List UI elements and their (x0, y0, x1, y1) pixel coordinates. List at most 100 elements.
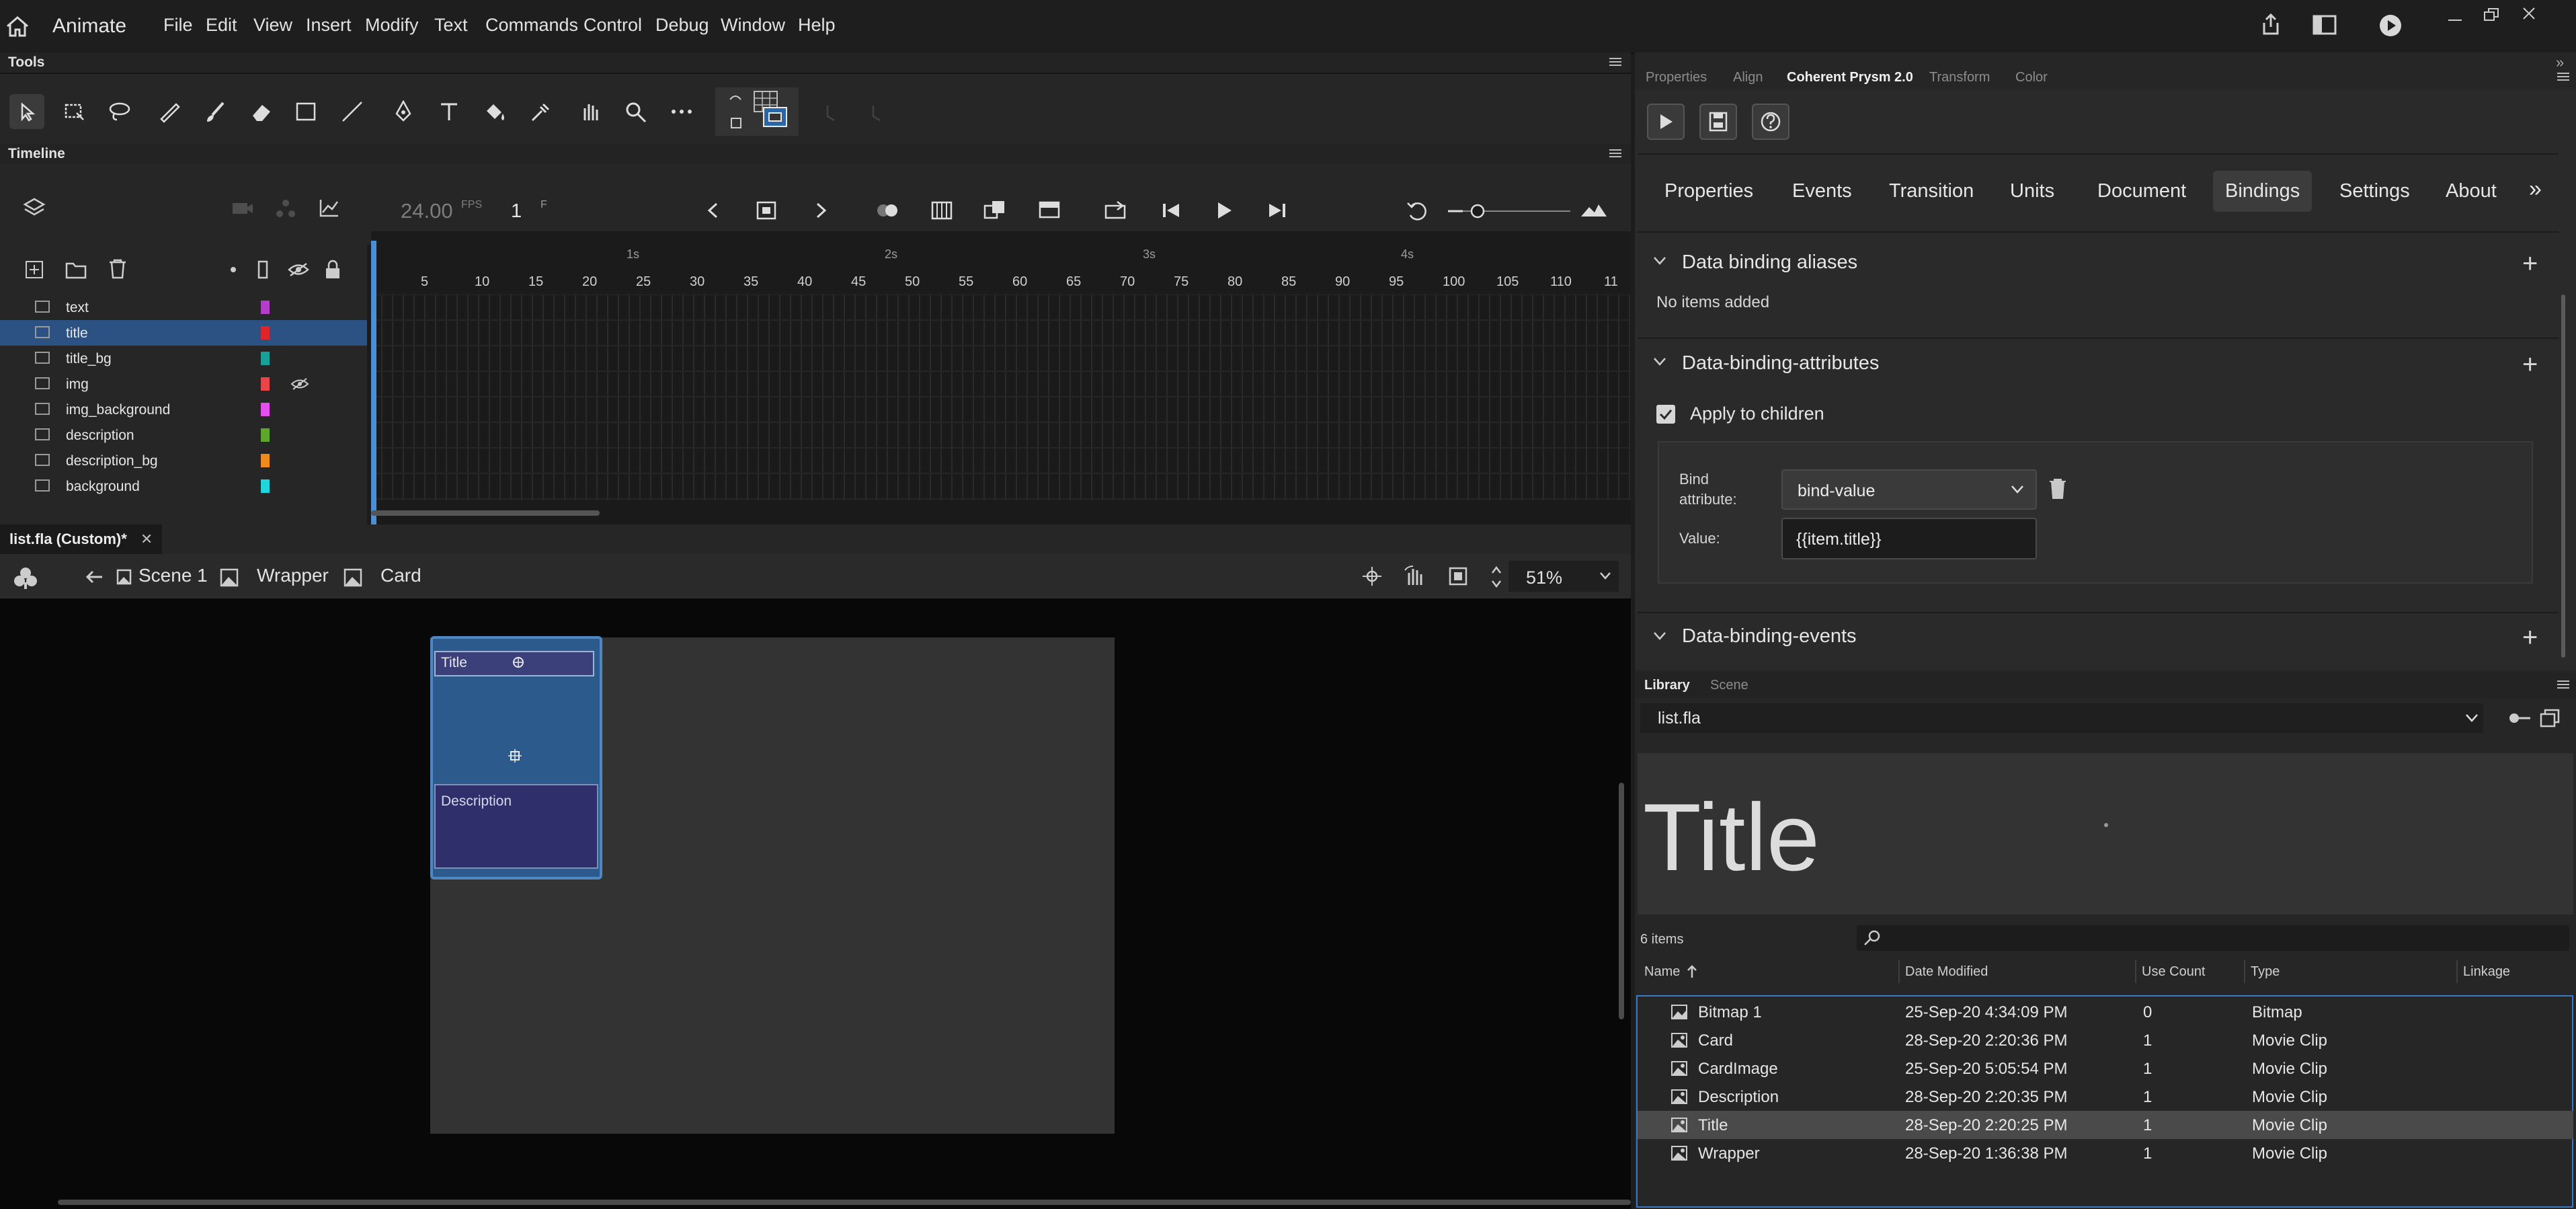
menu-view[interactable]: View (253, 15, 292, 36)
library-row-card[interactable]: Card 28-Sep-20 2:20:36 PM 1 Movie Clip (1638, 1026, 2573, 1054)
highlight-layers-icon[interactable] (230, 266, 237, 273)
play-icon[interactable] (1215, 200, 1233, 221)
zoom-field[interactable]: 51% (1508, 561, 1619, 592)
value-input[interactable]: {{item.title}} (1781, 518, 2037, 559)
chevron-down-icon[interactable] (1652, 256, 1667, 266)
more-tools-icon[interactable] (664, 94, 699, 129)
eraser-tool-icon[interactable] (243, 94, 278, 129)
aliases-section-title[interactable]: Data binding aliases (1682, 251, 1857, 274)
zoom-tool-icon[interactable] (618, 94, 653, 129)
column-date-modified[interactable]: Date Modified (1905, 964, 1988, 980)
column-linkage[interactable]: Linkage (2463, 964, 2510, 980)
help-icon[interactable] (1752, 104, 1789, 140)
swap-colors-icon[interactable] (715, 87, 799, 136)
layer-color-swatch[interactable] (261, 352, 270, 365)
new-folder-icon[interactable] (65, 260, 87, 280)
new-library-panel-icon[interactable] (2540, 709, 2560, 728)
menu-control[interactable]: Control (583, 15, 642, 36)
layer-color-swatch[interactable] (261, 377, 270, 391)
delete-binding-icon[interactable] (2048, 477, 2068, 500)
properties-scrollbar[interactable] (2561, 295, 2565, 658)
plugin-tab-events[interactable]: Events (1792, 180, 1852, 202)
menu-window[interactable]: Window (721, 15, 785, 36)
edit-multiple-frames-icon[interactable] (930, 200, 953, 221)
pencil-tool-icon[interactable] (152, 94, 187, 129)
test-movie-icon[interactable] (2378, 13, 2403, 38)
column-divider[interactable] (2456, 960, 2458, 983)
lock-layers-icon[interactable] (324, 260, 341, 280)
menu-debug[interactable]: Debug (655, 15, 709, 36)
card-title-box[interactable]: Title (434, 651, 594, 676)
menu-commands[interactable]: Commands (485, 15, 578, 36)
delete-layer-icon[interactable] (108, 258, 128, 280)
free-transform-tool-icon[interactable] (56, 94, 91, 129)
layer-color-swatch[interactable] (261, 326, 270, 340)
column-use-count[interactable]: Use Count (2142, 964, 2206, 980)
library-row-cardimage[interactable]: CardImage 25-Sep-20 5:05:54 PM 1 Movie Clip (1638, 1054, 2573, 1083)
column-divider[interactable] (2135, 960, 2136, 983)
attributes-section-title[interactable]: Data-binding-attributes (1682, 352, 1879, 375)
loop-playback-icon[interactable] (1104, 200, 1128, 221)
expand-timeline-icon[interactable] (1580, 202, 1608, 219)
library-file-select[interactable]: list.fla (1640, 703, 2483, 733)
hand-tool-icon[interactable] (573, 94, 608, 129)
insert-keyframe-icon[interactable] (756, 200, 777, 221)
transform-point-icon[interactable] (508, 749, 522, 763)
menu-insert[interactable]: Insert (306, 15, 352, 36)
minimize-icon[interactable] (2447, 12, 2463, 28)
create-tween-icon[interactable] (983, 199, 1007, 221)
card-description-box[interactable]: Description (434, 784, 598, 869)
convert-frames-icon[interactable] (1038, 200, 1061, 219)
layer-row-title_bg[interactable]: title_bg (0, 346, 367, 371)
apply-to-children-checkbox[interactable] (1656, 405, 1675, 424)
lasso-tool-icon[interactable] (102, 94, 137, 129)
brush-tool-icon[interactable] (198, 94, 233, 129)
document-tab[interactable]: list.fla (Custom)* ✕ (0, 524, 163, 554)
add-alias-button[interactable]: + (2522, 250, 2538, 277)
clip-content-icon[interactable] (1448, 566, 1468, 586)
plugin-tab-properties[interactable]: Properties (1664, 180, 1753, 202)
restore-icon[interactable] (2483, 7, 2501, 23)
library-row-bitmap-1[interactable]: Bitmap 1 25-Sep-20 4:34:09 PM 0 Bitmap (1638, 998, 2573, 1026)
plugin-tab-settings[interactable]: Settings (2339, 180, 2410, 202)
graph-icon[interactable] (319, 198, 340, 218)
layer-color-swatch[interactable] (261, 454, 270, 467)
menu-help[interactable]: Help (798, 15, 836, 36)
layer-row-img[interactable]: img (0, 371, 367, 397)
save-icon[interactable] (1699, 104, 1737, 140)
library-row-description[interactable]: Description 28-Sep-20 2:20:35 PM 1 Movie Cl… (1638, 1083, 2573, 1111)
text-tool-icon[interactable] (432, 94, 467, 129)
chevron-down-icon[interactable] (2464, 713, 2479, 724)
plugin-tab-units[interactable]: Units (2010, 180, 2054, 202)
outline-layers-icon[interactable] (257, 260, 269, 280)
hidden-eye-icon[interactable] (290, 377, 309, 391)
plugin-tab-transition[interactable]: Transition (1889, 180, 1974, 202)
line-tool-icon[interactable] (335, 94, 370, 129)
plugin-tab-bindings[interactable]: Bindings (2213, 171, 2312, 212)
run-icon[interactable] (1647, 104, 1685, 140)
step-back-icon[interactable] (1160, 202, 1182, 219)
share-icon[interactable] (2259, 12, 2283, 36)
column-divider[interactable] (1898, 960, 1900, 983)
column-name[interactable]: Name (1644, 964, 1680, 980)
fps-value[interactable]: 24.00 (401, 199, 453, 223)
tab-coherent-prysm[interactable]: Coherent Prysm 2.0 (1787, 70, 1913, 85)
sort-arrow-icon[interactable] (1686, 964, 1698, 979)
paint-bucket-tool-icon[interactable] (477, 94, 512, 129)
layer-row-description_bg[interactable]: description_bg (0, 448, 367, 473)
tab-properties[interactable]: Properties (1646, 70, 1707, 85)
workspace-icon[interactable] (2312, 15, 2337, 35)
tab-library[interactable]: Library (1644, 678, 1690, 693)
menu-text[interactable]: Text (434, 15, 468, 36)
timeline-zoom-slider[interactable] (1445, 203, 1573, 219)
stage-horizontal-scrollbar[interactable] (58, 1200, 1631, 1205)
menu-file[interactable]: File (163, 15, 193, 36)
plugin-tab-document[interactable]: Document (2097, 180, 2186, 202)
panel-menu-icon[interactable] (2556, 71, 2571, 82)
bind-attribute-select[interactable]: bind-value (1781, 469, 2037, 510)
layer-row-title[interactable]: title (0, 320, 367, 346)
new-layer-icon[interactable] (24, 260, 44, 280)
chevron-down-icon[interactable] (1652, 631, 1667, 641)
breadcrumb-scene[interactable]: Scene 1 (138, 565, 208, 586)
edit-symbols-icon[interactable] (13, 566, 38, 589)
